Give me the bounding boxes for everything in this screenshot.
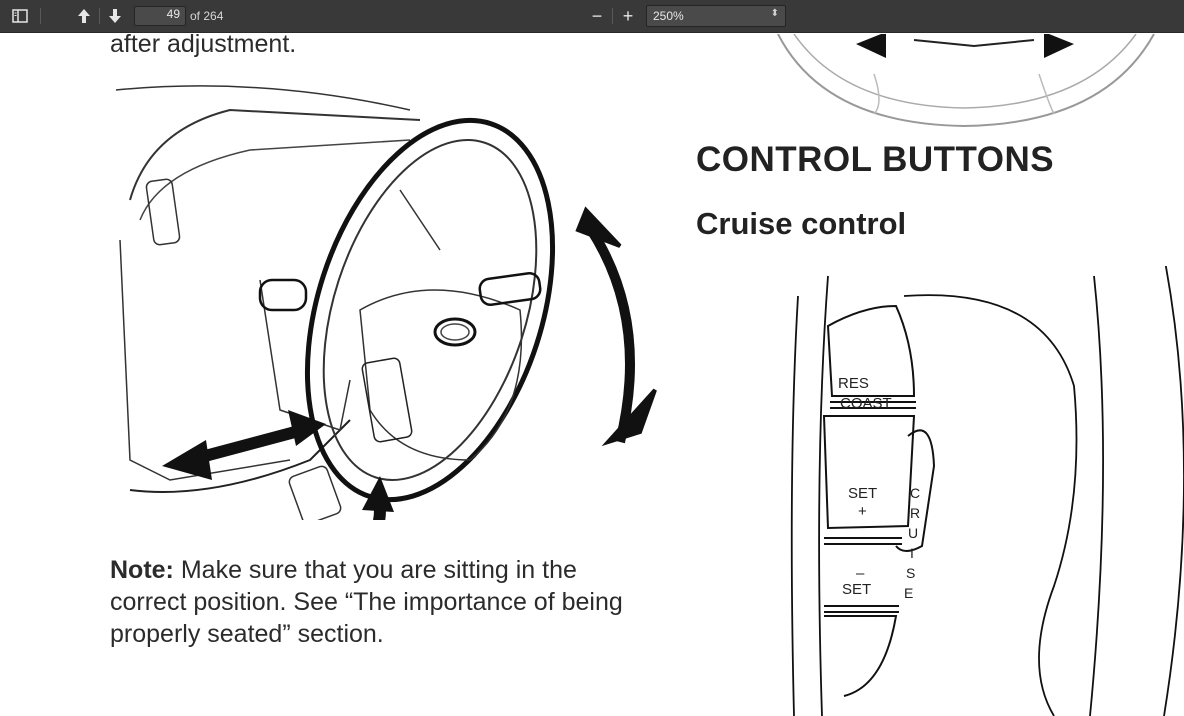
steering-adjustment-illustration bbox=[115, 85, 657, 520]
zoom-out-button[interactable]: − bbox=[586, 4, 608, 28]
cruise-letter: U bbox=[908, 525, 918, 541]
cruise-letter: R bbox=[910, 505, 920, 521]
toolbar-separator bbox=[612, 8, 613, 24]
zoom-value: 250% bbox=[653, 9, 684, 23]
cruise-control-illustration: RES COAST SET + – SET C R U I S E bbox=[790, 266, 1184, 716]
set-plus-sign: + bbox=[858, 503, 867, 520]
steering-wheel-top-illustration bbox=[777, 34, 1155, 128]
set-minus-sign: – bbox=[856, 565, 865, 582]
previous-page-button[interactable] bbox=[73, 4, 95, 28]
page-count-label: of 264 bbox=[190, 9, 224, 23]
arrow-up-icon bbox=[78, 9, 90, 23]
toolbar-separator bbox=[99, 8, 100, 24]
set-plus-button-label: SET bbox=[848, 485, 877, 502]
minus-icon: − bbox=[591, 5, 603, 26]
set-minus-button-label: SET bbox=[842, 581, 871, 598]
cruise-letter: C bbox=[910, 485, 920, 501]
note-label: Note: bbox=[110, 556, 174, 584]
cruise-letter: E bbox=[904, 585, 913, 601]
zoom-select[interactable]: 250% ⬍ bbox=[646, 5, 786, 27]
section-heading: CONTROL BUTTONS bbox=[696, 140, 1055, 179]
res-button-label: RES bbox=[838, 375, 869, 392]
note-text: Make sure that you are sitting in the co… bbox=[110, 556, 623, 648]
cruise-letter: S bbox=[906, 565, 915, 581]
sidebar-toggle-icon bbox=[12, 9, 28, 23]
zoom-in-button[interactable]: + bbox=[617, 4, 639, 28]
page-number-input[interactable]: 49 bbox=[134, 6, 186, 26]
note-paragraph: Note: Make sure that you are sitting in … bbox=[110, 554, 630, 650]
pdf-toolbar: 49 of 264 − + 250% ⬍ bbox=[0, 0, 1184, 33]
pdf-page: after adjustment. CONTROL BUTTONS Cruise… bbox=[0, 34, 1184, 716]
page-text-top: after adjustment. bbox=[110, 34, 297, 58]
sidebar-toggle-button[interactable] bbox=[8, 4, 32, 28]
arrow-down-icon bbox=[109, 9, 121, 23]
cruise-letter: I bbox=[910, 545, 914, 561]
plus-icon: + bbox=[622, 5, 634, 26]
select-caret-icon: ⬍ bbox=[770, 8, 779, 19]
toolbar-separator bbox=[40, 8, 41, 24]
next-page-button[interactable] bbox=[104, 4, 126, 28]
section-subheading: Cruise control bbox=[696, 206, 907, 241]
coast-button-label: COAST bbox=[840, 395, 892, 412]
